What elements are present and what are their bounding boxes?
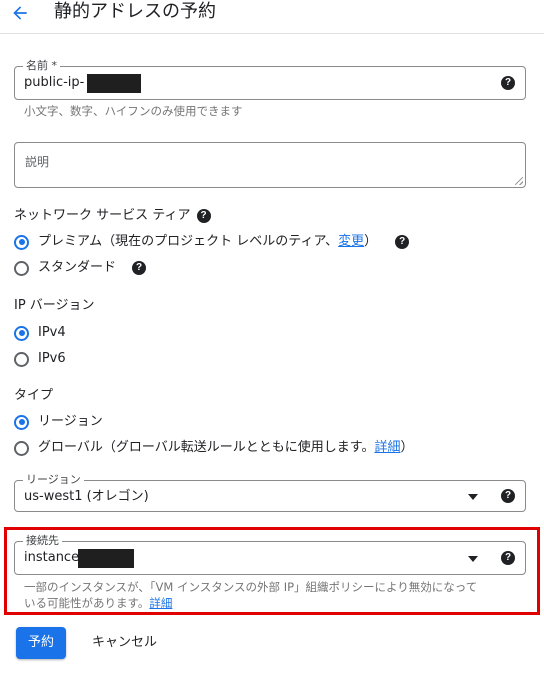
redacted-text [78,549,134,568]
description-placeholder: 説明 [25,155,50,169]
radio-premium[interactable]: プレミアム（現在のプロジェクト レベルのティア、変更） ? [14,233,410,251]
reserve-button[interactable]: 予約 [16,627,66,659]
dropdown-arrow-icon[interactable] [468,556,478,562]
attach-to-value: instance- [24,550,84,565]
attach-to-hint: 一部のインスタンスが、「VM インスタンスの外部 IP」組織ポリシーにより無効に… [24,580,478,610]
region-select[interactable]: リージョン us-west1 (オレゴン) ? [14,473,526,512]
type-title: タイプ [14,388,54,403]
radio-ipv4[interactable]: IPv4 [14,324,66,342]
page-header: 静的アドレスの予約 [0,0,544,34]
radio-button[interactable] [14,440,29,456]
redacted-text [87,74,141,93]
dropdown-arrow-icon[interactable] [468,494,478,500]
region-select-value: us-west1 (オレゴン) [24,489,149,504]
radio-button-checked[interactable] [14,414,29,430]
region-select-label: リージョン [23,473,84,487]
learn-more-link[interactable]: 詳細 [374,440,400,455]
help-icon[interactable]: ? [196,209,211,223]
resize-handle[interactable] [515,177,523,185]
help-icon[interactable]: ? [501,551,515,565]
name-field-label: 名前 * [23,59,60,73]
help-icon[interactable]: ? [395,235,410,249]
radio-standard[interactable]: スタンダード ? [14,259,147,277]
radio-ipv6[interactable]: IPv6 [14,350,66,368]
attach-to-label: 接続先 [23,534,62,548]
radio-button[interactable] [14,260,29,276]
arrow-back-icon [13,6,27,20]
radio-button[interactable] [14,351,29,367]
radio-global[interactable]: グローバル（グローバル転送ルールとともに使用します。詳細） [14,439,413,457]
description-field[interactable]: 説明 [14,142,526,188]
learn-more-link[interactable]: 詳細 [149,596,172,610]
ip-version-title: IP バージョン [14,298,95,313]
name-field-hint: 小文字、数字、ハイフンのみ使用できます [24,104,243,118]
name-field-value: public-ip- [24,75,85,90]
name-field[interactable]: 名前 * public-ip- ? [14,59,526,100]
help-icon[interactable]: ? [501,76,515,90]
change-link[interactable]: 変更 [338,234,364,249]
help-icon[interactable]: ? [501,489,515,503]
page-title: 静的アドレスの予約 [54,1,216,22]
attach-to-select[interactable]: 接続先 instance- ? [14,534,526,575]
help-icon[interactable]: ? [132,261,147,275]
radio-button-checked[interactable] [14,234,29,250]
radio-region[interactable]: リージョン [14,413,103,431]
cancel-button[interactable]: キャンセル [82,627,167,659]
radio-button-checked[interactable] [14,325,29,341]
network-tier-title: ネットワーク サービス ティア ? [14,208,211,224]
back-button[interactable] [6,0,34,26]
